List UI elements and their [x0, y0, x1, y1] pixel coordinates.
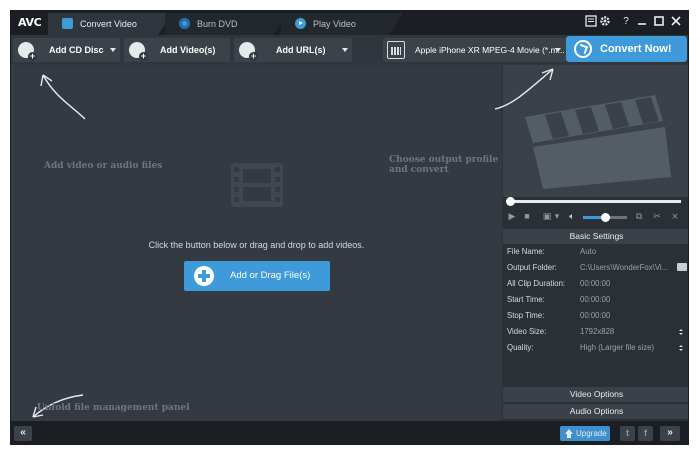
video-options-button[interactable]: Video Options — [503, 387, 688, 402]
convert-now-button[interactable]: Convert Now! — [566, 36, 687, 62]
crop-icon[interactable]: ⨯ — [670, 211, 680, 221]
setting-label: Quality: — [507, 343, 534, 352]
setting-label: File Name: — [507, 247, 545, 256]
tab-label: Convert Video — [80, 19, 137, 29]
spinner-icon[interactable] — [679, 345, 684, 351]
video-preview — [495, 65, 688, 197]
chevron-down-icon[interactable]: ▾ — [553, 211, 561, 221]
setting-label: Start Time: — [507, 295, 545, 304]
globe-add-icon — [239, 42, 258, 61]
film-icon — [231, 163, 283, 207]
phone-icon — [387, 41, 405, 59]
button-label: Add Video(s) — [160, 45, 216, 55]
toolbar: Add CD Disc Add Video(s) Add URL(s) Appl… — [11, 35, 688, 65]
arrow-add-hint — [40, 74, 86, 120]
expand-panel-button[interactable]: » — [660, 426, 680, 441]
setting-row-duration: All Clip Duration: 00:00:00 — [503, 276, 688, 292]
setting-value[interactable]: 1792x828 — [580, 324, 614, 340]
folder-icon[interactable] — [677, 263, 687, 271]
tab-label: Play Video — [313, 19, 356, 29]
setting-label: Stop Time: — [507, 311, 545, 320]
button-label: Add CD Disc — [49, 45, 104, 55]
film-add-icon — [129, 42, 148, 61]
chevron-down-icon[interactable] — [110, 48, 116, 52]
scissors-icon[interactable]: ✂ — [652, 211, 662, 221]
clip-icon[interactable]: ⧉ — [634, 211, 644, 221]
setting-row-start-time[interactable]: Start Time: 00:00:00 — [503, 292, 688, 308]
plus-icon — [194, 266, 214, 286]
setting-row-file-name[interactable]: File Name: Auto — [503, 244, 688, 260]
setting-value[interactable]: High (Larger file size) — [580, 340, 654, 356]
seek-handle[interactable] — [506, 197, 515, 206]
facebook-icon[interactable]: f — [638, 426, 653, 441]
setting-label: Video Size: — [507, 327, 547, 336]
setting-value[interactable]: Auto — [580, 244, 596, 260]
right-panel: ▶ ■ ▣ ▾ 🔈︎ ⧉ ✂ ⨯ Basic Settings File Nam… — [495, 65, 688, 421]
bottom-bar: « Upgrade t f » — [11, 421, 688, 444]
app-window: AVC Convert Video Burn DVD Play Video ? — [10, 10, 689, 445]
feedback-icon[interactable] — [584, 15, 598, 29]
add-cd-disc-button[interactable]: Add CD Disc — [13, 38, 120, 62]
add-videos-button[interactable]: Add Video(s) — [124, 38, 230, 62]
setting-label: Output Folder: — [507, 263, 557, 272]
setting-value[interactable]: 00:00:00 — [580, 308, 610, 324]
maximize-icon[interactable] — [652, 15, 666, 29]
chevron-down-icon[interactable] — [342, 48, 348, 52]
drop-instructions: Click the button below or drag and drop … — [148, 240, 365, 250]
setting-value: 00:00:00 — [580, 279, 611, 288]
tab-play-video[interactable]: Play Video — [281, 13, 403, 35]
settings-header: Basic Settings — [503, 229, 688, 244]
volume-slider[interactable] — [583, 213, 627, 222]
tab-convert-video[interactable]: Convert Video — [48, 13, 172, 35]
disc-add-icon — [18, 42, 37, 61]
disc-icon — [179, 18, 190, 29]
snapshot-icon[interactable]: ▣ — [540, 211, 554, 221]
tab-label: Burn DVD — [197, 19, 238, 29]
setting-label: All Clip Duration: — [507, 279, 566, 288]
upgrade-button[interactable]: Upgrade — [560, 426, 610, 441]
convert-icon — [574, 40, 592, 58]
setting-value[interactable]: 00:00:00 — [580, 292, 610, 308]
convert-icon — [62, 18, 73, 29]
spinner-icon[interactable] — [679, 329, 684, 335]
stop-icon[interactable]: ■ — [522, 211, 532, 221]
setting-row-video-size[interactable]: Video Size: 1792x828 — [503, 324, 688, 340]
output-profile-select[interactable]: Apple iPhone XR MPEG-4 Movie (*.m... — [383, 38, 566, 62]
twitter-icon[interactable]: t — [620, 426, 635, 441]
setting-row-output-folder[interactable]: Output Folder: C:\Users\WonderFox\Vi... — [503, 260, 688, 276]
play-icon — [295, 18, 306, 29]
seek-bar[interactable] — [506, 197, 681, 206]
button-label: Convert Now! — [600, 43, 672, 55]
file-drop-area[interactable]: Add video or audio files Choose output p… — [11, 65, 502, 421]
play-icon[interactable]: ▶ — [507, 211, 517, 221]
gear-icon[interactable] — [598, 15, 612, 29]
hint-choose-profile: Choose output profile and convert — [389, 155, 499, 175]
button-label: Add or Drag File(s) — [230, 270, 311, 281]
profile-value: Apple iPhone XR MPEG-4 Movie (*.m... — [415, 45, 565, 55]
volume-handle[interactable] — [601, 213, 610, 222]
title-bar: AVC Convert Video Burn DVD Play Video ? — [11, 11, 688, 35]
volume-icon[interactable]: 🔈︎ — [565, 211, 579, 221]
audio-options-button[interactable]: Audio Options — [503, 404, 688, 419]
basic-settings-panel: Basic Settings File Name: Auto Output Fo… — [503, 229, 688, 356]
setting-value[interactable]: C:\Users\WonderFox\Vi... — [580, 260, 668, 276]
setting-row-stop-time[interactable]: Stop Time: 00:00:00 — [503, 308, 688, 324]
chevron-down-icon[interactable] — [555, 48, 561, 52]
hint-unfold-panel: Unfold file management panel — [37, 403, 190, 413]
collapse-panel-button[interactable]: « — [14, 426, 32, 441]
add-drag-files-button[interactable]: Add or Drag File(s) — [184, 261, 330, 291]
hint-add-files: Add video or audio files — [44, 161, 163, 171]
help-button[interactable]: ? — [619, 15, 633, 29]
arrow-profile-hint — [495, 68, 554, 110]
tab-burn-dvd[interactable]: Burn DVD — [165, 13, 287, 35]
setting-row-quality[interactable]: Quality: High (Larger file size) — [503, 340, 688, 356]
add-urls-button[interactable]: Add URL(s) — [234, 38, 352, 62]
close-icon[interactable] — [669, 15, 683, 29]
button-label: Add URL(s) — [276, 45, 326, 55]
minimize-icon[interactable] — [635, 15, 649, 29]
button-label: Upgrade — [576, 429, 607, 438]
app-logo: AVC — [18, 16, 42, 29]
player-controls: ▶ ■ ▣ ▾ 🔈︎ ⧉ ✂ ⨯ — [503, 208, 688, 226]
